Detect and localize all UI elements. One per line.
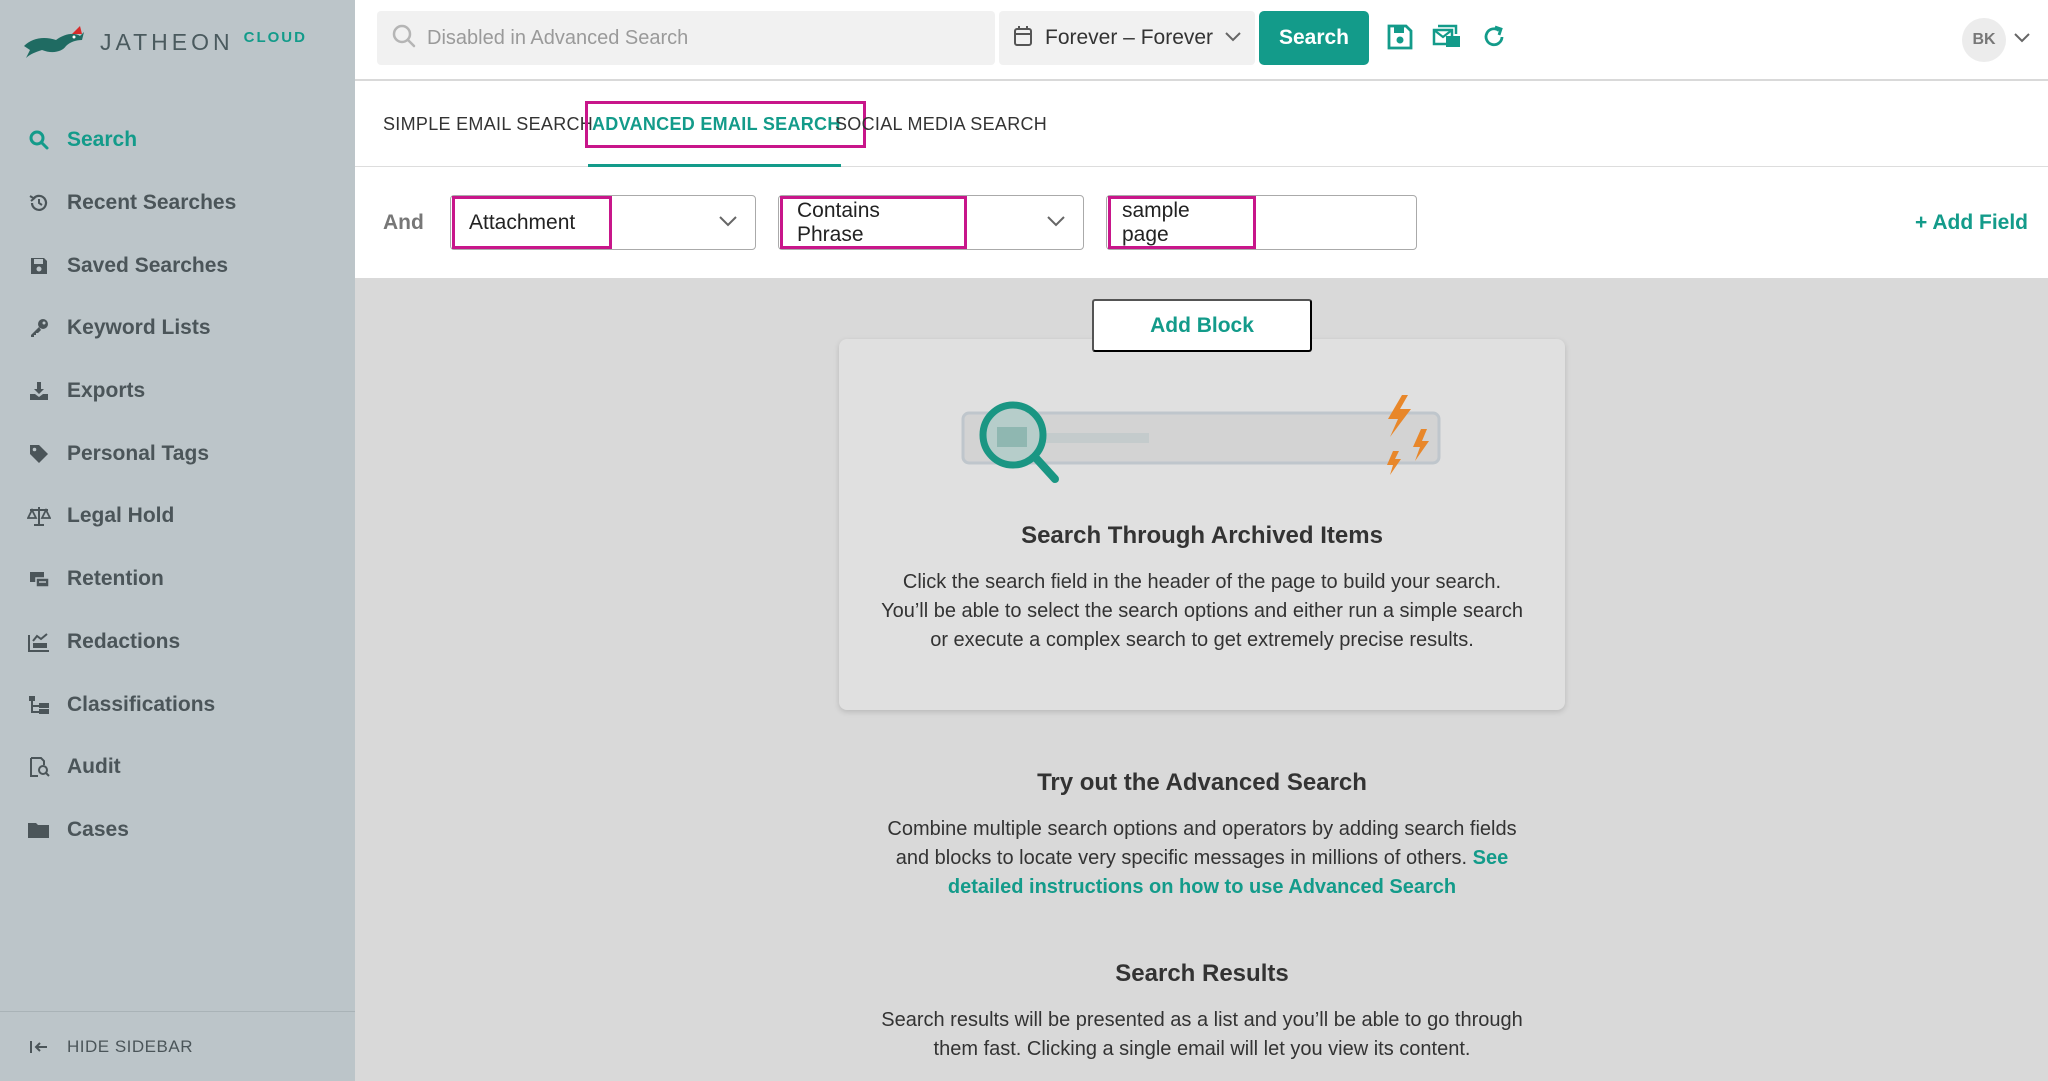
global-search-input[interactable] (427, 26, 987, 50)
search-illustration-icon (961, 395, 1441, 483)
sidebar-item-label: Audit (67, 755, 121, 779)
sidebar-nav: Search Recent Searches Saved Searches Ke… (0, 109, 355, 861)
sidebar-item-redactions[interactable]: Redactions (0, 611, 355, 674)
sidebar-item-exports[interactable]: Exports (0, 360, 355, 423)
search-results-title: Search Results (1115, 960, 1289, 987)
sidebar-item-label: Classifications (67, 692, 216, 716)
sidebar-item-legal-hold[interactable]: Legal Hold (0, 485, 355, 548)
hide-sidebar-label: HIDE SIDEBAR (67, 1036, 193, 1056)
sidebar-item-classifications[interactable]: Classifications (0, 673, 355, 736)
search-value-text: sample page (1108, 196, 1256, 249)
sidebar-item-label: Keyword Lists (67, 316, 211, 340)
sidebar-item-recent-searches[interactable]: Recent Searches (0, 172, 355, 235)
operator-label[interactable]: And (383, 211, 424, 235)
sidebar-item-keyword-lists[interactable]: Keyword Lists (0, 297, 355, 360)
add-block-button[interactable]: Add Block (1092, 299, 1312, 352)
sidebar-item-label: Retention (67, 567, 164, 591)
refresh-icon[interactable] (1479, 22, 1509, 52)
sidebar-item-audit[interactable]: Audit (0, 736, 355, 799)
chevron-down-icon (1225, 29, 1241, 47)
search-results-description: Search results will be presented as a li… (881, 1009, 1523, 1060)
redaction-icon (26, 629, 52, 655)
tab-advanced-email-search[interactable]: ADVANCED EMAIL SEARCH (582, 81, 866, 167)
sidebar-item-saved-searches[interactable]: Saved Searches (0, 234, 355, 297)
sidebar-item-personal-tags[interactable]: Personal Tags (0, 422, 355, 485)
history-icon (26, 190, 52, 216)
condition-value: Contains Phrase (780, 196, 967, 249)
sidebar-item-retention[interactable]: Retention (0, 548, 355, 611)
query-builder-row: And Attachment Contains Phrase sample pa… (355, 167, 2048, 278)
sidebar-item-label: Exports (67, 379, 146, 403)
info-card: Search Through Archived Items Click the … (839, 339, 1565, 710)
card-title: Search Through Archived Items (1021, 522, 1383, 549)
user-avatar[interactable]: BK (1962, 18, 2006, 62)
chevron-down-icon (719, 214, 737, 232)
advanced-search-description: Combine multiple search options and oper… (869, 815, 1535, 902)
key-icon (26, 315, 52, 341)
search-type-tabs: SIMPLE EMAIL SEARCH ADVANCED EMAIL SEARC… (355, 81, 2048, 167)
jatheon-logo[interactable]: JATHEON CLOUD (22, 22, 307, 62)
sidebar-item-label: Saved Searches (67, 253, 229, 277)
tag-icon (26, 441, 52, 467)
date-range-select[interactable]: Forever – Forever (999, 11, 1255, 65)
global-search-box[interactable] (377, 11, 995, 65)
save-search-icon[interactable] (1385, 22, 1415, 52)
floppy-disk-icon (26, 253, 52, 279)
sidebar-item-label: Search (67, 128, 138, 152)
sidebar-item-label: Personal Tags (67, 441, 209, 465)
folder-icon (26, 817, 52, 843)
search-icon (26, 127, 52, 153)
chevron-down-icon (1047, 214, 1065, 232)
calendar-icon (1013, 25, 1033, 52)
tab-simple-email-search[interactable]: SIMPLE EMAIL SEARCH (383, 81, 593, 167)
sidebar-item-label: Legal Hold (67, 504, 175, 528)
logo-wordmark: JATHEON (100, 28, 234, 55)
email-export-icon[interactable] (1432, 22, 1462, 52)
add-field-button[interactable]: + Add Field (1915, 211, 2028, 235)
chevron-down-icon[interactable] (2014, 30, 2030, 48)
hide-sidebar-button[interactable]: HIDE SIDEBAR (0, 1011, 355, 1081)
collapse-left-icon (26, 1034, 52, 1060)
download-icon (26, 378, 52, 404)
card-description: Click the search field in the header of … (881, 571, 1523, 651)
advanced-search-text: Combine multiple search options and oper… (887, 818, 1517, 869)
logo-suffix: CLOUD (243, 28, 307, 46)
sidebar-item-label: Recent Searches (67, 191, 237, 215)
sidebar-item-cases[interactable]: Cases (0, 799, 355, 862)
archive-box-icon (26, 566, 52, 592)
tab-label: ADVANCED EMAIL SEARCH (585, 100, 866, 148)
field-type-value: Attachment (452, 196, 612, 249)
sidebar: JATHEON CLOUD Search Recent Searches Sav… (0, 0, 355, 1081)
sidebar-item-search[interactable]: Search (0, 109, 355, 172)
search-button[interactable]: Search (1259, 11, 1369, 65)
hierarchy-icon (26, 692, 52, 718)
condition-select[interactable]: Contains Phrase (778, 195, 1084, 250)
top-header: Forever – Forever Search BK (355, 0, 2048, 80)
sidebar-item-label: Redactions (67, 629, 181, 653)
search-icon (391, 23, 417, 54)
search-value-input[interactable]: sample page (1106, 195, 1417, 250)
lizard-logo-icon (24, 26, 84, 58)
audit-icon (26, 754, 52, 780)
date-range-value: Forever – Forever (1045, 26, 1214, 49)
field-type-select[interactable]: Attachment (450, 195, 756, 250)
advanced-search-title: Try out the Advanced Search (1037, 769, 1367, 796)
tab-social-media-search[interactable]: SOCIAL MEDIA SEARCH (835, 81, 1047, 167)
scales-icon (26, 503, 52, 529)
sidebar-item-label: Cases (67, 817, 129, 841)
